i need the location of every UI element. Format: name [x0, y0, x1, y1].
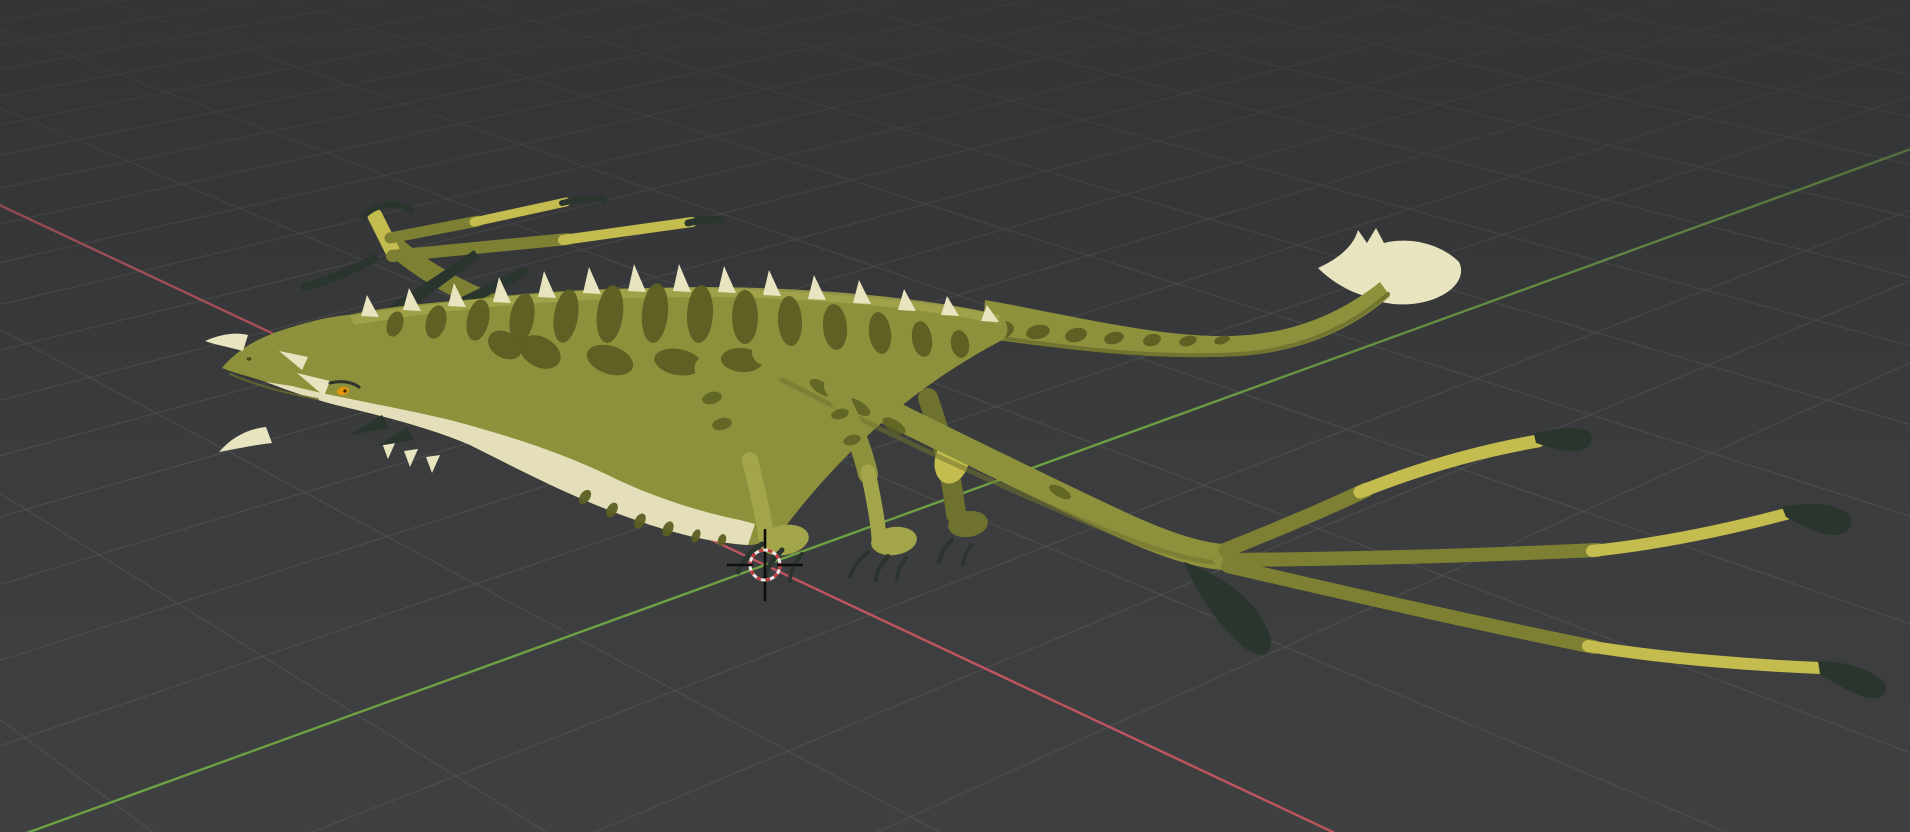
wing-finger-3 — [1221, 559, 1601, 654]
wing-finger-2-claw — [1782, 503, 1852, 536]
blender-3d-viewport[interactable] — [0, 0, 1910, 832]
wing-finger-2 — [1223, 543, 1605, 567]
viewport-canvas[interactable] — [0, 0, 1910, 832]
wing-finger-1 — [1218, 482, 1374, 558]
eye-pupil — [343, 389, 347, 393]
hind-claws — [937, 538, 974, 567]
far-wing-finger-claw — [684, 215, 726, 227]
wing-finger-3-claw — [1818, 661, 1887, 699]
nostril — [246, 357, 252, 361]
grid-distance-fade — [0, 0, 1910, 460]
wing-finger-2 — [1586, 508, 1792, 557]
wing-finger-3 — [1582, 640, 1826, 674]
